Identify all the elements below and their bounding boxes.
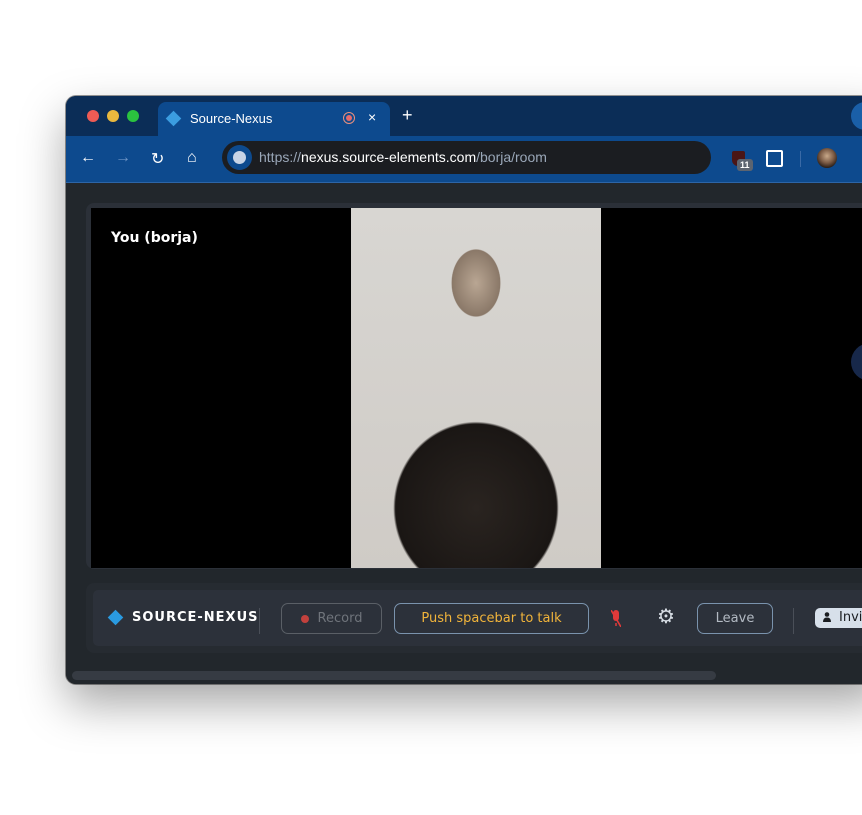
divider (259, 608, 260, 634)
tab-source-nexus[interactable]: Source-Nexus × (158, 102, 390, 136)
extensions-puzzle-icon[interactable] (766, 150, 783, 167)
brand-name: SOURCE-NEXUS (132, 610, 259, 625)
record-indicator-icon (343, 112, 355, 124)
reload-button[interactable]: ↻ (151, 149, 164, 169)
close-window-button[interactable] (87, 110, 99, 122)
mic-muted-icon[interactable] (611, 610, 621, 627)
new-tab-button[interactable]: + (402, 105, 413, 126)
url-host: nexus.source-elements.com (301, 149, 477, 165)
invite-button[interactable]: Invi (815, 608, 862, 628)
url-text[interactable]: https://nexus.source-elements.com/borja/… (259, 149, 547, 165)
tab-title: Source-Nexus (190, 111, 273, 126)
side-panel-toggle[interactable] (851, 343, 862, 381)
ublock-badge: 11 (737, 159, 753, 171)
toolbar-divider (800, 151, 801, 167)
record-button[interactable]: Record (281, 603, 382, 634)
url-scheme: https:// (259, 149, 302, 165)
brand-diamond-icon (107, 609, 124, 626)
invite-label: Invi (839, 610, 862, 625)
horizontal-scrollbar[interactable] (72, 671, 716, 680)
user-add-icon (823, 612, 831, 622)
browser-window: Source-Nexus × + ← → ↻ ⌂ https://nexus.s… (66, 96, 862, 684)
address-bar[interactable]: https://nexus.source-elements.com/borja/… (222, 141, 711, 174)
record-label: Record (317, 611, 363, 626)
url-path: /borja/room (476, 149, 547, 165)
page-content: You (borja) SOURCE-NEXUS Record Push spa… (66, 183, 862, 684)
tab-strip: Source-Nexus × + (66, 96, 862, 136)
participant-video (351, 208, 601, 568)
site-info-globe-icon[interactable] (227, 145, 252, 170)
leave-label: Leave (715, 611, 755, 626)
video-tile: You (borja) (91, 208, 862, 568)
maximize-window-button[interactable] (127, 110, 139, 122)
back-button[interactable]: ← (80, 149, 96, 167)
home-button[interactable]: ⌂ (187, 149, 197, 167)
push-to-talk-button[interactable]: Push spacebar to talk (394, 603, 589, 634)
browser-toolbar: ← → ↻ ⌂ https://nexus.source-elements.co… (66, 136, 862, 183)
leave-button[interactable]: Leave (697, 603, 773, 634)
profile-avatar[interactable] (817, 148, 837, 168)
settings-gear-icon[interactable]: ⚙ (657, 607, 675, 627)
minimize-window-button[interactable] (107, 110, 119, 122)
divider (793, 608, 794, 634)
record-dot-icon (300, 614, 309, 623)
control-bar: SOURCE-NEXUS Record Push spacebar to tal… (86, 583, 862, 653)
participant-label: You (borja) (111, 230, 198, 246)
diamond-icon (165, 110, 182, 127)
control-bar-inner: SOURCE-NEXUS Record Push spacebar to tal… (93, 590, 862, 646)
video-stage: You (borja) (86, 203, 862, 569)
close-tab-icon[interactable]: × (368, 109, 376, 125)
profile-chip[interactable] (851, 102, 862, 130)
forward-button[interactable]: → (115, 149, 131, 167)
push-to-talk-label: Push spacebar to talk (421, 611, 562, 626)
